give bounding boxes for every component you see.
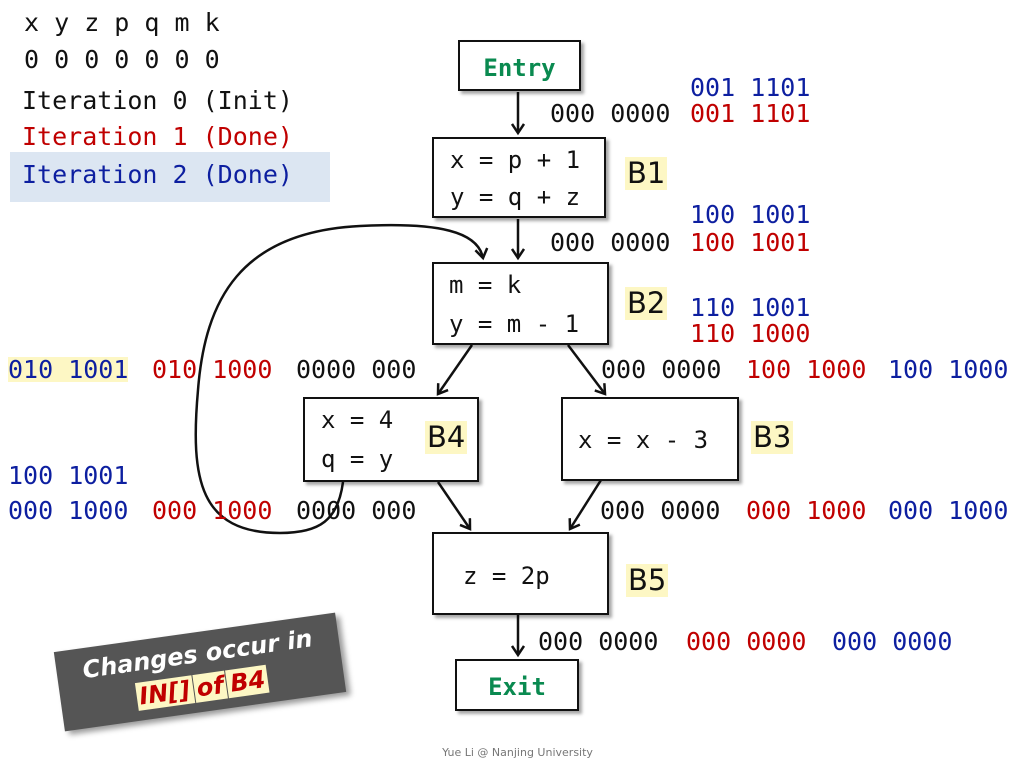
block-b1: x = p + 1 y = q + z bbox=[432, 137, 606, 218]
b5-stmt-1: z = 2p bbox=[463, 562, 550, 590]
b4-out-iter2-alt: 100 1001 bbox=[8, 461, 129, 490]
exit-node: Exit bbox=[455, 659, 579, 711]
b1-out-iter1: 100 1001 bbox=[690, 228, 811, 257]
callout-in-set: IN[] bbox=[134, 675, 195, 711]
b1-in-iter2: 001 1101 bbox=[690, 73, 811, 102]
block-b5: z = 2p bbox=[432, 532, 609, 615]
edge-b2-b4 bbox=[438, 344, 474, 394]
callout-block: B4 bbox=[225, 664, 270, 699]
b3-in-iter1: 100 1000 bbox=[746, 355, 867, 384]
b2-stmt-1: m = k bbox=[449, 271, 522, 299]
b4-out-iter2: 000 1000 bbox=[8, 496, 129, 525]
exit-label: Exit bbox=[488, 673, 546, 701]
b3-in-iter2: 100 1000 bbox=[888, 355, 1009, 384]
b1-label: B1 bbox=[625, 156, 668, 191]
b3-stmt-1: x = x - 3 bbox=[578, 426, 709, 454]
edge-b3-b5 bbox=[570, 479, 603, 529]
b3-in-iter0: 000 0000 bbox=[601, 355, 722, 384]
b5-out-iter1: 000 0000 bbox=[686, 627, 807, 656]
footer-credit: Yue Li @ Nanjing University bbox=[442, 746, 593, 759]
b3-out-iter1: 000 1000 bbox=[746, 496, 867, 525]
callout-of: of bbox=[191, 670, 229, 703]
callout-note: Changes occur in IN[] of B4 bbox=[53, 612, 347, 732]
edge-b4-b5 bbox=[436, 481, 470, 529]
b3-out-iter2: 000 1000 bbox=[888, 496, 1009, 525]
edge-b2-b3 bbox=[567, 344, 605, 394]
variable-header: x y z p q m k bbox=[24, 8, 220, 37]
b2-stmt-2: y = m - 1 bbox=[449, 310, 580, 338]
b4-stmt-2: q = y bbox=[321, 445, 394, 473]
b2-label: B2 bbox=[625, 286, 668, 321]
block-b3: x = x - 3 bbox=[561, 397, 739, 481]
b5-out-iter2: 000 0000 bbox=[832, 627, 953, 656]
b4-stmt-1: x = 4 bbox=[321, 406, 394, 434]
block-b2: m = k y = m - 1 bbox=[432, 262, 609, 345]
b4-out-iter0: 0000 000 bbox=[296, 496, 417, 525]
b2-iter2: 110 1001 bbox=[690, 293, 811, 322]
b1-stmt-1: x = p + 1 bbox=[450, 146, 581, 174]
b1-out-iter2: 100 1001 bbox=[690, 200, 811, 229]
b3-out-iter0: 000 0000 bbox=[600, 496, 721, 525]
initial-bits: 0 0 0 0 0 0 0 bbox=[24, 45, 220, 74]
b1-stmt-2: y = q + z bbox=[450, 183, 581, 211]
iteration-0-label: Iteration 0 (Init) bbox=[22, 86, 293, 115]
b1-in-iter0: 000 0000 bbox=[550, 99, 671, 128]
b1-in-iter1: 001 1101 bbox=[690, 99, 811, 128]
b1-out-iter0: 000 0000 bbox=[550, 228, 671, 257]
b4-out-iter1: 000 1000 bbox=[152, 496, 273, 525]
entry-label: Entry bbox=[483, 54, 556, 82]
b3-label: B3 bbox=[751, 420, 794, 455]
iteration-1-label: Iteration 1 (Done) bbox=[22, 122, 293, 151]
iteration-2-label: Iteration 2 (Done) bbox=[22, 160, 293, 189]
b5-label: B5 bbox=[626, 563, 669, 598]
b4-in-iter2: 010 1001 bbox=[8, 355, 129, 384]
b2-iter1: 110 1000 bbox=[690, 319, 811, 348]
b4-label: B4 bbox=[425, 420, 468, 455]
b5-out-iter0: 000 0000 bbox=[538, 627, 659, 656]
entry-node: Entry bbox=[458, 40, 581, 91]
b4-in-iter0: 0000 000 bbox=[296, 355, 417, 384]
b4-in-iter1: 010 1000 bbox=[152, 355, 273, 384]
